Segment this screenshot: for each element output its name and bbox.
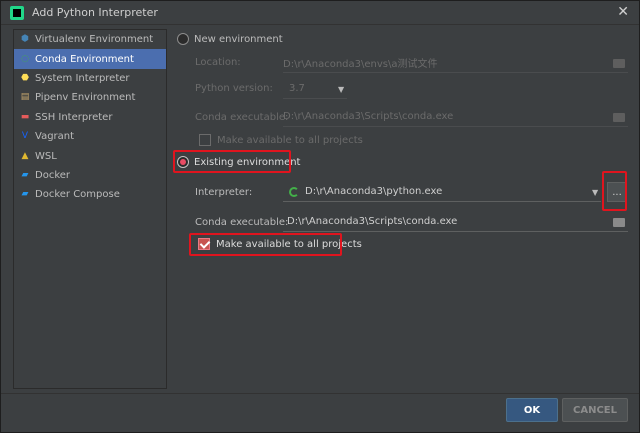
conda-icon [289, 186, 299, 197]
new-conda-exec-row: Conda executable: [195, 112, 288, 123]
cancel-button[interactable]: CANCEL [562, 398, 628, 422]
ssh-icon: ▬ [20, 111, 30, 122]
existing-conda-exec-row: Conda executable: [195, 217, 288, 228]
sidebar-item-label: Pipenv Environment [35, 92, 136, 104]
virtualenv-icon: ⬢ [21, 34, 29, 45]
new-environment-radio[interactable] [177, 33, 189, 45]
python-version-chevron-icon: ▼ [338, 85, 345, 94]
pycharm-logo-icon [10, 5, 24, 20]
title-bar: Add Python Interpreter ✕ [1, 1, 639, 25]
sidebar-item-label: SSH Interpreter [35, 111, 113, 123]
new-conda-exec-browse-icon[interactable] [613, 113, 625, 122]
pipenv-icon: ▤ [20, 92, 30, 103]
existing-make-available-checkbox[interactable] [198, 238, 210, 250]
interpreter-select[interactable]: D:\r\Anaconda3\python.exe [283, 182, 601, 202]
ok-button[interactable]: OK [506, 398, 558, 422]
sidebar-item-label: Docker Compose [35, 189, 120, 201]
interpreter-browse-button[interactable]: ... [607, 182, 627, 202]
new-conda-exec-field[interactable]: D:\r\Anaconda3\Scripts\conda.exe [283, 107, 628, 127]
existing-environment-option[interactable]: Existing environment [177, 156, 300, 168]
sidebar-item-virtualenv-environment[interactable]: ⬢ Virtualenv Environment [14, 30, 166, 49]
sidebar-item-label: Vagrant [35, 131, 75, 143]
window-title: Add Python Interpreter [32, 6, 158, 19]
sidebar-item-pipenv-environment[interactable]: ▤ Pipenv Environment [14, 88, 166, 107]
existing-conda-exec-field[interactable]: D:\r\Anaconda3\Scripts\conda.exe [283, 212, 628, 232]
interpreter-row: Interpreter: [195, 187, 252, 198]
existing-environment-label: Existing environment [194, 156, 301, 168]
new-environment-label: New environment [194, 33, 283, 45]
new-make-available-checkbox[interactable] [199, 134, 211, 146]
sidebar-item-docker[interactable]: ▰ Docker [14, 166, 166, 185]
interpreter-value: D:\r\Anaconda3\python.exe [305, 186, 443, 197]
close-button[interactable]: ✕ [617, 4, 629, 20]
interpreter-chevron-icon: ▼ [592, 188, 599, 197]
interpreter-type-list: ⬢ Virtualenv Environment ◌ Conda Environmen… [13, 29, 167, 389]
sidebar-item-ssh-interpreter[interactable]: ▬ SSH Interpreter [14, 108, 166, 127]
new-environment-option[interactable]: New environment [177, 33, 283, 45]
python-version-value: 3.7 [289, 83, 305, 94]
sidebar-item-label: Virtualenv Environment [35, 34, 154, 46]
new-make-available-row[interactable]: Make available to all projects [199, 134, 363, 146]
existing-conda-exec-value: D:\r\Anaconda3\Scripts\conda.exe [287, 216, 458, 227]
conda-settings-panel: New environment Location: D:\r\Anaconda3… [173, 29, 633, 389]
location-field[interactable]: D:\r\Anaconda3\envs\a测试文件 [283, 53, 628, 73]
existing-make-available-row[interactable]: Make available to all projects [198, 238, 362, 250]
sidebar-item-label: System Interpreter [35, 72, 130, 84]
python-version-label: Python version: [195, 83, 273, 94]
sidebar-item-vagrant[interactable]: V Vagrant [14, 127, 166, 146]
sidebar-item-label: Conda Environment [35, 53, 134, 65]
location-row: Location: [195, 57, 241, 68]
python-icon: ⬣ [21, 72, 29, 83]
location-browse-icon[interactable] [613, 59, 625, 68]
docker-icon: ▰ [21, 169, 29, 180]
python-version-row: Python version: [195, 83, 273, 94]
new-make-available-label: Make available to all projects [217, 134, 363, 146]
existing-make-available-label: Make available to all projects [216, 238, 362, 250]
docker-compose-icon: ▰ [21, 189, 29, 200]
existing-conda-exec-browse-icon[interactable] [613, 218, 625, 227]
add-python-interpreter-dialog: Add Python Interpreter ✕ ⬢ Virtualenv Env… [0, 0, 640, 433]
sidebar-item-system-interpreter[interactable]: ⬣ System Interpreter [14, 69, 166, 88]
conda-icon: ◌ [21, 53, 29, 64]
new-conda-exec-value: D:\r\Anaconda3\Scripts\conda.exe [283, 111, 454, 122]
existing-environment-radio[interactable] [177, 156, 189, 168]
existing-conda-exec-label: Conda executable: [195, 217, 289, 228]
location-label: Location: [195, 57, 241, 68]
interpreter-label: Interpreter: [195, 187, 253, 198]
vagrant-icon: V [21, 131, 29, 142]
sidebar-item-conda-environment[interactable]: ◌ Conda Environment [14, 49, 166, 69]
sidebar-item-wsl[interactable]: ▲ WSL [14, 146, 166, 165]
sidebar-item-label: WSL [35, 150, 57, 162]
location-value: D:\r\Anaconda3\envs\a测试文件 [283, 59, 438, 70]
linux-icon: ▲ [21, 150, 29, 161]
sidebar-item-docker-compose[interactable]: ▰ Docker Compose [14, 185, 166, 204]
sidebar-item-label: Docker [35, 169, 71, 181]
new-conda-exec-label: Conda executable: [195, 112, 289, 123]
dialog-footer: OK CANCEL [1, 393, 639, 433]
